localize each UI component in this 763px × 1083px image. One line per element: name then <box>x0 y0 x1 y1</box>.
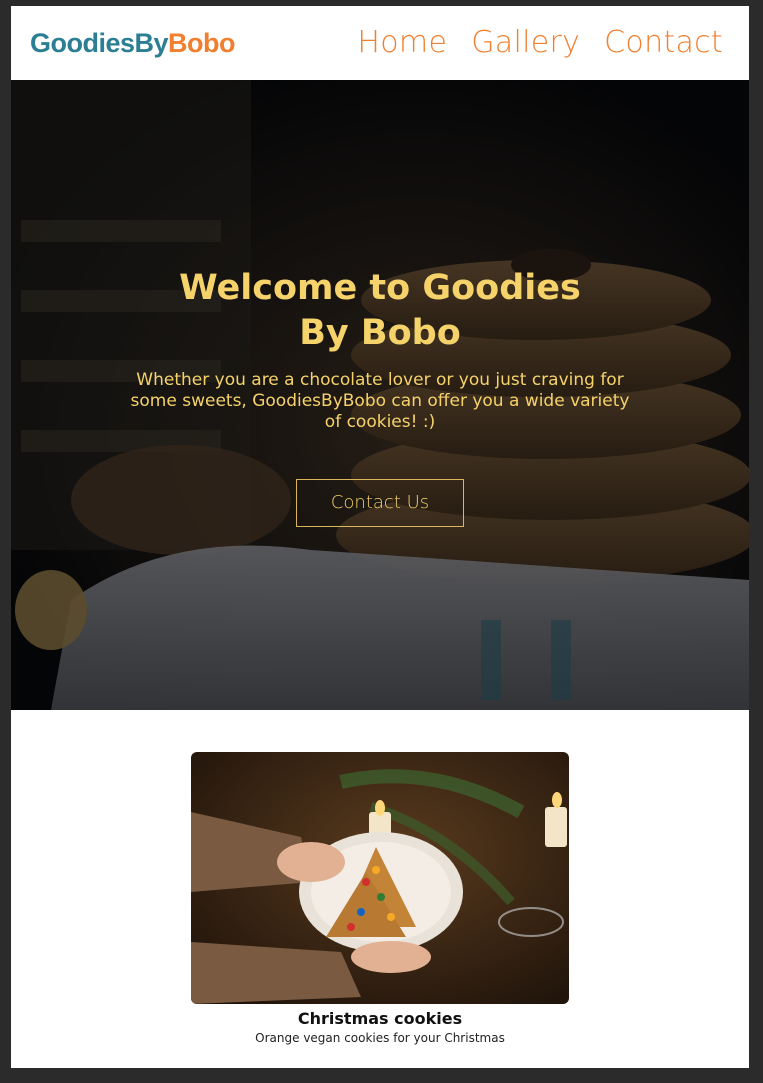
nav-link-gallery[interactable]: Gallery <box>471 23 580 63</box>
logo-text-primary: GoodiesBy <box>30 28 169 58</box>
gallery-item-description: Orange vegan cookies for your Christmas <box>255 1031 505 1045</box>
logo-text-accent: Bobo <box>168 28 236 58</box>
hero-subtitle: Whether you are a chocolate lover or you… <box>130 370 630 432</box>
site-logo[interactable]: GoodiesByBobo <box>30 24 236 62</box>
hero-section: Welcome to Goodies By Bobo Whether you a… <box>11 80 749 710</box>
nav-link-contact[interactable]: Contact <box>604 23 723 63</box>
main-nav: Home Gallery Contact <box>357 23 723 63</box>
contact-us-button[interactable]: Contact Us <box>296 479 464 527</box>
site-header: GoodiesByBobo Home Gallery Contact <box>11 6 749 80</box>
hero-title: Welcome to Goodies By Bobo <box>179 268 581 353</box>
page-frame: GoodiesByBobo Home Gallery Contact Welco… <box>11 6 749 1068</box>
gallery-item-title: Christmas cookies <box>297 1009 463 1028</box>
christmas-cookies-image <box>191 752 569 1004</box>
nav-link-home[interactable]: Home <box>357 23 447 63</box>
gallery-card[interactable]: Christmas cookies Orange vegan cookies f… <box>191 752 569 1046</box>
